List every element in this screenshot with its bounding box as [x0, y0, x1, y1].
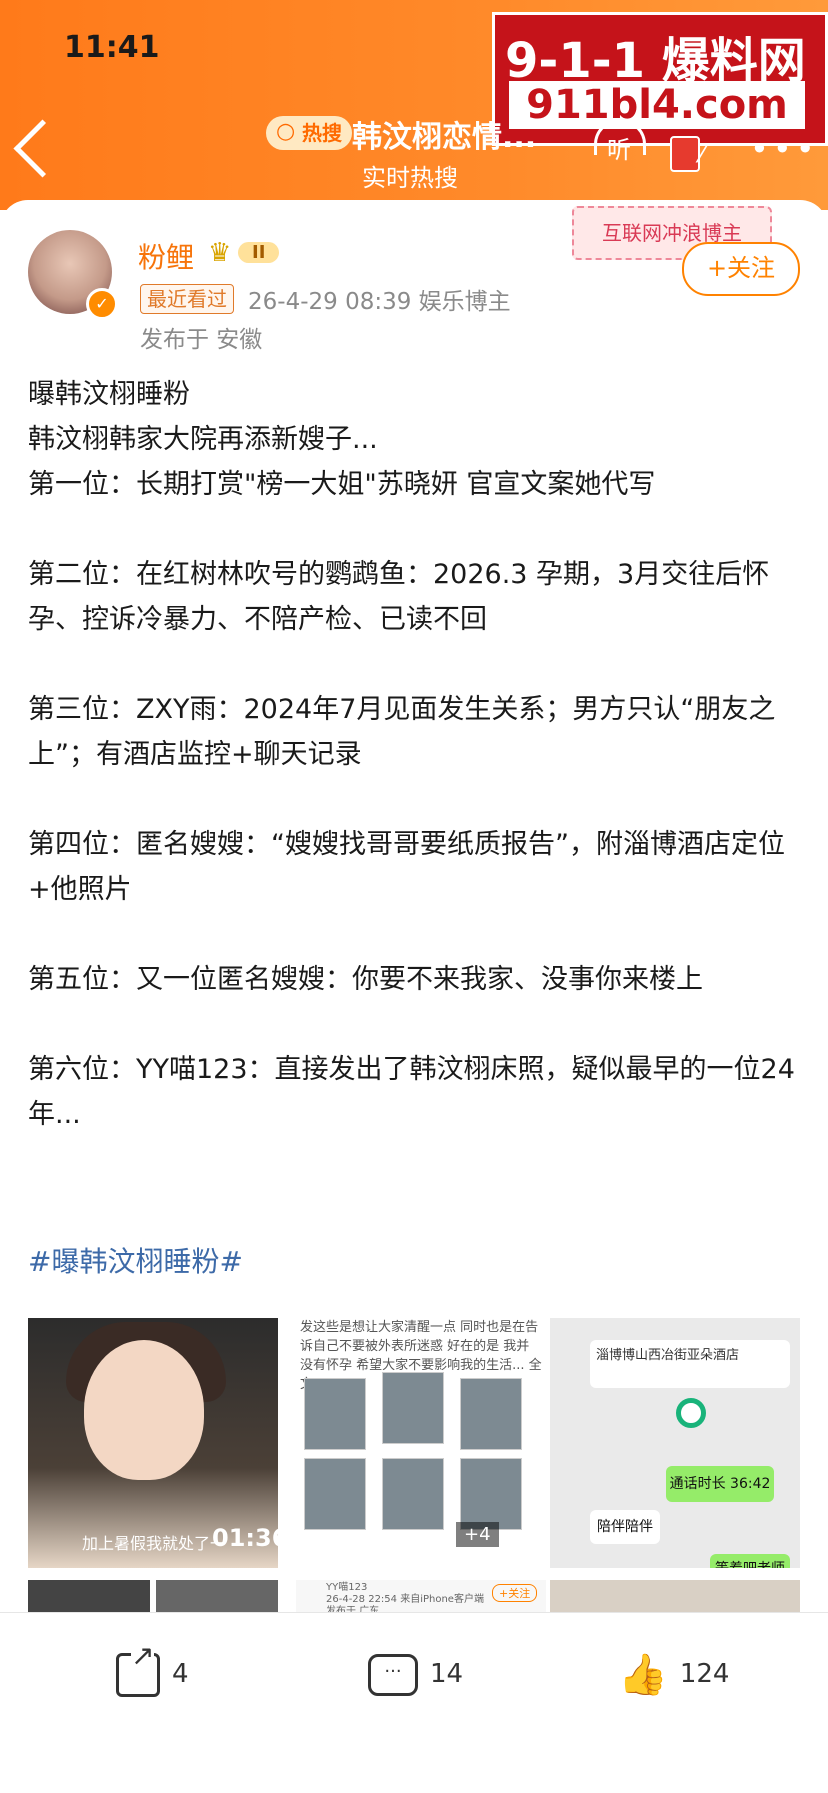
post-line: 韩汶栩韩家大院再添新嫂子...	[28, 424, 378, 455]
chat-thumbnail[interactable]: 淄博博山西冶街亚朵酒店 通话时长 36:42 陪伴陪伴 等着吧老师	[550, 1318, 800, 1568]
video-caption: 加上暑假我就处了一	[82, 1534, 227, 1553]
topic-hashtag[interactable]: #曝韩汶栩睡粉#	[28, 1240, 243, 1280]
red-packet-extra-icon: ⁄	[700, 140, 705, 168]
comment-count: 14	[430, 1659, 464, 1689]
post-line: 第六位：YY喵123：直接发出了韩汶栩床照，疑似最早的一位24年...	[28, 1054, 795, 1130]
like-button[interactable]: 👍 124	[618, 1649, 729, 1699]
post-line: 曝韩汶栩睡粉	[28, 379, 190, 410]
location-pin-icon	[676, 1398, 706, 1428]
action-bar: 4 ··· 14 👍 124	[0, 1612, 828, 1793]
watermark-url: 911bl4.com	[509, 81, 805, 129]
watermark-logo: 9-1-1 爆料网 911bl4.com	[492, 12, 828, 146]
post-line: 第五位：又一位匿名嫂嫂：你要不来我家、没事你来楼上	[28, 964, 703, 995]
more-icon[interactable]: •••	[750, 130, 819, 168]
mini-meta: 26-4-28 22:54 来自iPhone客户端	[326, 1594, 484, 1605]
video-duration: 01:36	[212, 1524, 278, 1552]
screenshot-thumbnail[interactable]: 发这些是想让大家清醒一点 同时也是在告诉自己不要被外表所迷惑 好在的是 我并没有…	[296, 1318, 546, 1568]
recent-viewed-tag: 最近看过	[140, 284, 234, 314]
comment-button[interactable]: ··· 14	[368, 1649, 463, 1699]
listen-button[interactable]: 听	[594, 120, 646, 170]
post-line: 第三位：ZXY雨：2024年7月见面发生关系；男方只认“朋友之上”；有酒店监控+…	[28, 694, 776, 770]
crown-icon: ♛	[208, 238, 232, 268]
share-button[interactable]: 4	[116, 1641, 189, 1699]
share-icon	[116, 1641, 160, 1697]
page-subtitle: 实时热搜	[362, 164, 458, 192]
like-count: 124	[679, 1659, 730, 1689]
verified-icon: ✓	[86, 288, 118, 320]
post-line: 第四位：匿名嫂嫂：“嫂嫂找哥哥要纸质报告”，附淄博酒店定位+他照片	[28, 829, 785, 905]
chat-call-bubble: 通话时长 36:42	[666, 1466, 774, 1502]
level-badge: II	[238, 242, 280, 263]
mini-follow: +关注	[492, 1584, 538, 1602]
mini-user: YY喵123	[326, 1582, 368, 1593]
post-body: 曝韩汶栩睡粉 韩汶栩韩家大院再添新嫂子... 第一位：长期打赏"榜一大姐"苏晓妍…	[28, 372, 804, 1137]
chat-reply-bubble-2: 等着吧老师	[710, 1554, 790, 1568]
media-grid: 加上暑假我就处了一 01:36 发这些是想让大家清醒一点 同时也是在告诉自己不要…	[28, 1318, 800, 1618]
status-time: 11:41	[64, 30, 160, 65]
comment-icon: ···	[368, 1653, 418, 1696]
thumbs-up-icon: 👍	[618, 1651, 668, 1698]
page-title[interactable]: 韩汶栩恋情...	[352, 112, 536, 156]
author-name[interactable]: 粉鲤	[138, 236, 194, 276]
post-meta: 26-4-29 08:39 娱乐博主	[248, 289, 511, 315]
hot-search-badge: 热搜	[266, 115, 352, 150]
more-images-count: +4	[456, 1522, 499, 1547]
post-line: 第二位：在红树林吹号的鹦鹉鱼：2026.3 孕期，3月交往后怀孕、控诉冷暴力、不…	[28, 559, 770, 635]
chat-reply-bubble: 陪伴陪伴	[590, 1510, 660, 1544]
follow-button[interactable]: +关注	[682, 242, 800, 296]
share-count: 4	[172, 1659, 189, 1689]
post-location: 发布于 安徽	[140, 327, 263, 353]
red-packet-icon[interactable]	[670, 136, 700, 172]
chat-location-card: 淄博博山西冶街亚朵酒店	[590, 1340, 790, 1388]
video-thumbnail[interactable]: 加上暑假我就处了一 01:36	[28, 1318, 278, 1568]
post-line: 第一位：长期打赏"榜一大姐"苏晓妍 官宣文案她代写	[28, 469, 656, 500]
